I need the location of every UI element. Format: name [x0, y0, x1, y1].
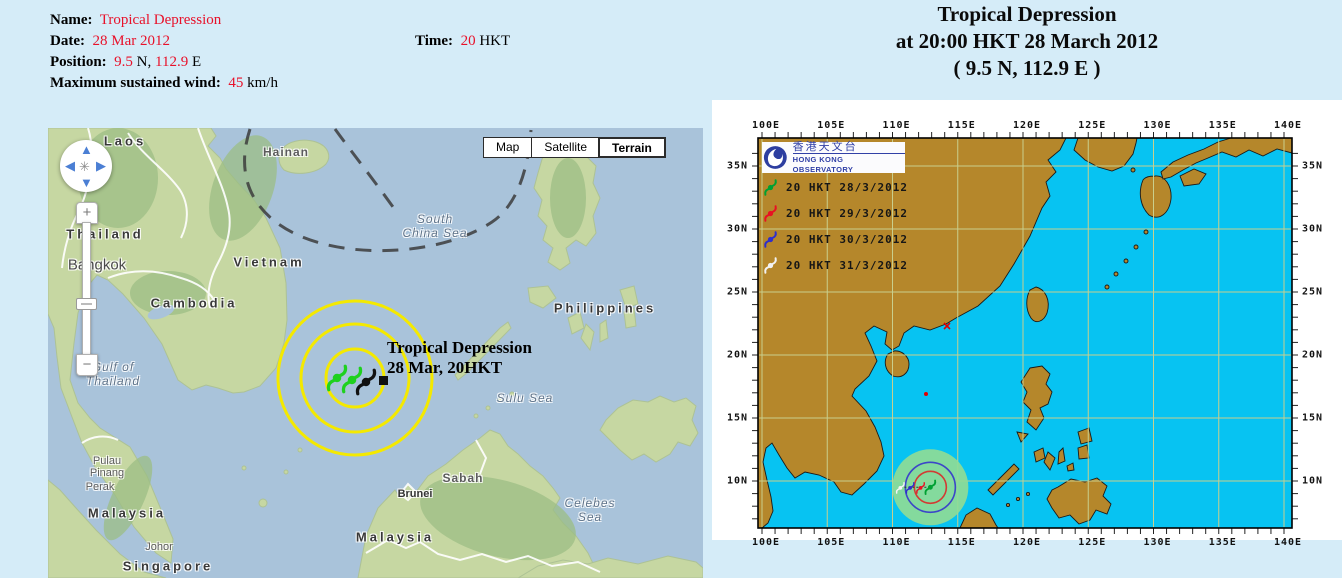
axis-tick-label: 130E [1143, 120, 1171, 131]
axis-tick-label: 135E [1209, 537, 1237, 548]
axis-tick-label: 120E [1013, 537, 1041, 548]
axis-tick-label: 10N [727, 476, 748, 487]
axis-tick-label: 25N [727, 287, 748, 298]
axis-tick-label: 125E [1078, 537, 1106, 548]
legend-item: 20 HKT 29/3/2012 [762, 200, 908, 226]
cyclone-icon [762, 179, 779, 196]
axis-tick-label: 125E [1078, 120, 1106, 131]
cyclone-icon [762, 231, 779, 248]
axis-tick-label: 135E [1209, 120, 1237, 131]
axis-tick-label: 140E [1274, 120, 1302, 131]
axis-tick-label: 30N [727, 224, 748, 235]
axis-tick-label: 105E [817, 537, 845, 548]
axis-tick-label: 105E [817, 120, 845, 131]
axis-tick-label: 100E [752, 120, 780, 131]
legend: 20 HKT 28/3/2012 20 HKT 29/3/2012 20 HKT 3… [762, 174, 908, 278]
axis-tick-label: 130E [1143, 537, 1171, 548]
page: Name: Tropical Depression Date: 28 Mar 2… [0, 0, 1342, 578]
axis-tick-label: 115E [948, 537, 976, 548]
legend-label: 20 HKT 31/3/2012 [786, 259, 908, 272]
cyclone-icon [762, 205, 779, 222]
axis-tick-label: 25N [1302, 287, 1323, 298]
axis-tick-label: 115E [948, 120, 976, 131]
axis-tick-label: 110E [882, 537, 910, 548]
axis-tick-label: 20N [727, 350, 748, 361]
hko-logo-icon [762, 144, 789, 171]
legend-item: 20 HKT 28/3/2012 [762, 174, 908, 200]
axis-tick-label: 15N [1302, 413, 1323, 424]
legend-item: 20 HKT 31/3/2012 [762, 252, 908, 278]
legend-label: 20 HKT 29/3/2012 [786, 207, 908, 220]
axis-tick-label: 20N [1302, 350, 1323, 361]
hko-logo: 香港天文台 HONG KONG OBSERVATORY [762, 142, 905, 173]
legend-item: 20 HKT 30/3/2012 [762, 226, 908, 252]
axis-tick-label: 35N [727, 161, 748, 172]
axis-tick-label: 30N [1302, 224, 1323, 235]
hko-track-map[interactable] [0, 0, 1342, 578]
axis-tick-label: 15N [727, 413, 748, 424]
forecast-storm-group [892, 449, 968, 525]
axis-tick-label: 120E [1013, 120, 1041, 131]
axis-tick-label: 100E [752, 537, 780, 548]
legend-label: 20 HKT 28/3/2012 [786, 181, 908, 194]
cyclone-icon [762, 257, 779, 274]
hko-logo-english: HONG KONG OBSERVATORY [793, 153, 905, 175]
hko-logo-chinese: 香港天文台 [793, 141, 905, 153]
axis-tick-label: 10N [1302, 476, 1323, 487]
axis-tick-label: 110E [882, 120, 910, 131]
legend-label: 20 HKT 30/3/2012 [786, 233, 908, 246]
axis-tick-label: 140E [1274, 537, 1302, 548]
axis-tick-label: 35N [1302, 161, 1323, 172]
